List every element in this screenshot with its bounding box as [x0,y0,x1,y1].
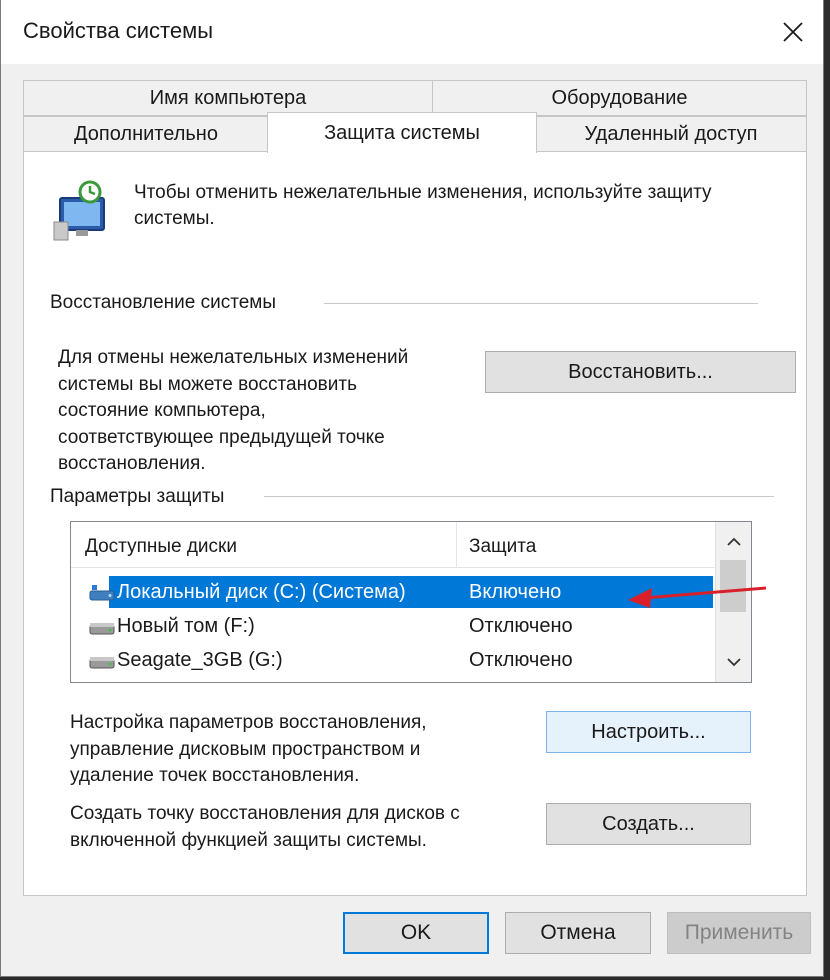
drive-name: Seagate_3GB (G:) [117,649,283,671]
scroll-down-button[interactable] [716,648,751,676]
system-properties-window: Свойства системы Имя компьютера Оборудов… [0,0,824,977]
chevron-down-icon [726,658,741,667]
tab-strip: Имя компьютера Оборудование Дополнительн… [23,80,807,153]
close-button[interactable] [763,0,823,64]
tab-advanced[interactable]: Дополнительно [23,116,269,152]
configure-button[interactable]: Настроить... [546,711,751,753]
restore-group-line [324,303,758,304]
drive-name: Локальный диск (C:) (Система) [117,581,406,603]
scroll-up-button[interactable] [716,528,751,556]
tab-hardware[interactable]: Оборудование [432,80,807,116]
drive-status: Включено [469,581,562,603]
configure-description: Настройка параметров восстановления, упр… [70,712,427,786]
system-protection-panel: Чтобы отменить нежелательные изменения, … [23,151,807,896]
drive-row-c[interactable]: Локальный диск (C:) (Система) Включено [79,576,715,608]
column-drives[interactable]: Доступные диски [85,536,237,558]
column-separator [456,522,457,568]
drive-row-f[interactable]: Новый том (F:) Отключено [79,610,715,642]
restore-group-title: Восстановление системы [50,292,277,314]
ok-button[interactable]: OK [343,912,489,954]
system-protection-icon [53,180,105,241]
drive-icon [89,657,115,669]
window-title: Свойства системы [23,18,214,43]
protection-group-title: Параметры защиты [50,486,225,508]
intro-text: Чтобы отменить нежелательные изменения, … [134,182,712,229]
create-button[interactable]: Создать... [546,803,751,845]
apply-button[interactable]: Применить [667,912,811,954]
title-bar[interactable]: Свойства системы [1,0,823,64]
column-protection[interactable]: Защита [469,536,536,558]
drives-list-header: Доступные диски Защита [71,522,715,568]
annotation-arrow [628,586,767,608]
cancel-button[interactable]: Отмена [505,912,651,954]
chevron-up-icon [726,537,741,546]
restore-button[interactable]: Восстановить... [485,351,796,393]
drive-status: Отключено [469,615,573,637]
drive-status: Отключено [469,649,573,671]
drive-icon [89,623,115,635]
drive-name: Новый том (F:) [117,615,255,637]
system-drive-icon [89,585,115,601]
close-icon [783,22,803,42]
tab-computer-name[interactable]: Имя компьютера [23,80,433,116]
protection-group-line [264,496,774,497]
tab-remote[interactable]: Удаленный доступ [535,116,807,152]
tab-system-protection[interactable]: Защита системы [267,112,537,153]
create-description: Создать точку восстановления для дисков … [70,803,460,851]
drive-row-g[interactable]: Seagate_3GB (G:) Отключено [79,644,715,676]
restore-description: Для отмены нежелательных изменений систе… [58,347,409,474]
